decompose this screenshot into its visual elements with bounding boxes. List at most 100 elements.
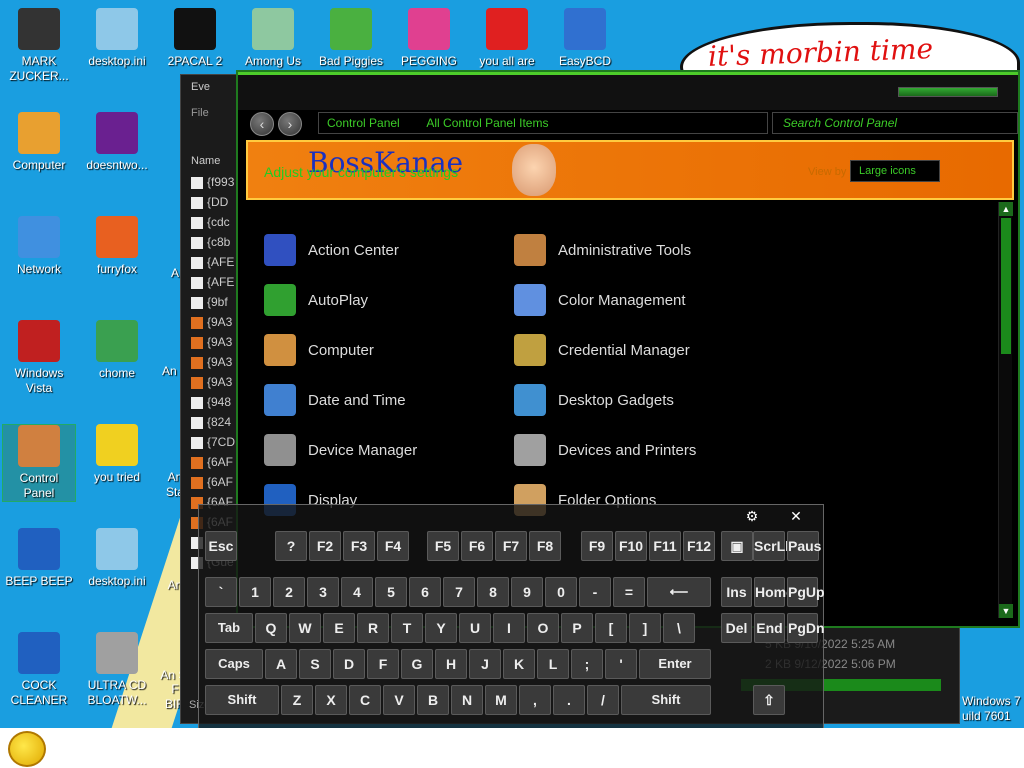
list-item[interactable]: {9A3: [191, 355, 232, 375]
keyboard-key[interactable]: 2: [273, 577, 305, 607]
keyboard-key[interactable]: F9: [581, 531, 613, 561]
keyboard-key[interactable]: ⟵: [647, 577, 711, 607]
list-item[interactable]: {9A3: [191, 335, 232, 355]
desktop-icon[interactable]: EasyBCD: [548, 8, 622, 69]
keyboard-key[interactable]: 4: [341, 577, 373, 607]
keyboard-key[interactable]: X: [315, 685, 347, 715]
keyboard-key[interactable]: F12: [683, 531, 715, 561]
desktop-icon[interactable]: desktop.ini: [80, 8, 154, 69]
keyboard-key[interactable]: Paus: [787, 531, 821, 561]
keyboard-key[interactable]: H: [435, 649, 467, 679]
scroll-up-icon[interactable]: ▲: [999, 202, 1013, 216]
scroll-thumb[interactable]: [1001, 218, 1011, 354]
keyboard-key[interactable]: J: [469, 649, 501, 679]
keyboard-key[interactable]: /: [587, 685, 619, 715]
everything-menu[interactable]: File: [191, 107, 209, 119]
keyboard-key[interactable]: G: [401, 649, 433, 679]
keyboard-key[interactable]: C: [349, 685, 381, 715]
scroll-down-icon[interactable]: ▼: [999, 604, 1013, 618]
keyboard-key[interactable]: W: [289, 613, 321, 643]
desktop-icon[interactable]: desktop.ini: [80, 528, 154, 589]
keyboard-key[interactable]: Shift: [205, 685, 279, 715]
keyboard-key[interactable]: F3: [343, 531, 375, 561]
keyboard-key[interactable]: F: [367, 649, 399, 679]
keyboard-key[interactable]: 7: [443, 577, 475, 607]
keyboard-key[interactable]: U: [459, 613, 491, 643]
desktop-icon[interactable]: Bad Piggies: [314, 8, 388, 69]
keyboard-key[interactable]: \: [663, 613, 695, 643]
desktop-icon[interactable]: doesntwo...: [80, 112, 154, 173]
keyboard-key[interactable]: S: [299, 649, 331, 679]
on-screen-keyboard[interactable]: ⚙ ✕ Esc? F2 F3 F4 F5 F6 F7 F8 F9 F10 F11 F12 ▣ ScrLk P…: [198, 504, 825, 758]
desktop-icon[interactable]: MARK ZUCKER...: [2, 8, 76, 84]
list-item[interactable]: {cdc: [191, 215, 230, 235]
list-item[interactable]: {f993: [191, 175, 234, 195]
gear-icon[interactable]: ⚙: [737, 507, 767, 525]
keyboard-key[interactable]: B: [417, 685, 449, 715]
desktop-icon[interactable]: PEGGING: [392, 8, 466, 69]
keyboard-key[interactable]: ?: [275, 531, 307, 561]
desktop-icon[interactable]: Network: [2, 216, 76, 277]
list-item[interactable]: {6AF: [191, 475, 233, 495]
keyboard-key[interactable]: F2: [309, 531, 341, 561]
list-item[interactable]: {AFE: [191, 255, 234, 275]
keyboard-key[interactable]: 9: [511, 577, 543, 607]
keyboard-key[interactable]: ⇧: [753, 685, 785, 715]
keyboard-key[interactable]: Tab: [205, 613, 253, 643]
keyboard-key[interactable]: Del: [721, 613, 752, 643]
keyboard-key[interactable]: ScrLk: [753, 531, 793, 561]
control-panel-item[interactable]: Computer: [264, 334, 494, 370]
keyboard-key[interactable]: ]: [629, 613, 661, 643]
keyboard-key[interactable]: PgDn: [787, 613, 825, 643]
keyboard-key[interactable]: Enter: [639, 649, 711, 679]
list-item[interactable]: {AFE: [191, 275, 234, 295]
control-panel-item[interactable]: Color Management: [514, 284, 744, 320]
keyboard-key[interactable]: F11: [649, 531, 681, 561]
keyboard-key[interactable]: Ins: [721, 577, 752, 607]
list-item[interactable]: {824: [191, 415, 231, 435]
keyboard-key[interactable]: =: [613, 577, 645, 607]
desktop-icon[interactable]: Computer: [2, 112, 76, 173]
list-item[interactable]: {9A3: [191, 315, 232, 335]
keyboard-key[interactable]: Home: [754, 577, 794, 607]
breadcrumb-control-panel[interactable]: Control Panel: [327, 116, 400, 130]
list-item[interactable]: {948: [191, 395, 231, 415]
list-item[interactable]: {c8b: [191, 235, 230, 255]
keyboard-key[interactable]: V: [383, 685, 415, 715]
desktop-icon[interactable]: 2PACAL 2: [158, 8, 232, 69]
keyboard-key[interactable]: F4: [377, 531, 409, 561]
desktop-icon[interactable]: ULTRA CD BLOATW...: [80, 632, 154, 708]
list-item[interactable]: {9bf: [191, 295, 228, 315]
desktop-icon[interactable]: you all are: [470, 8, 544, 69]
keyboard-key[interactable]: Z: [281, 685, 313, 715]
desktop-icon[interactable]: furryfox: [80, 216, 154, 277]
keyboard-key[interactable]: 8: [477, 577, 509, 607]
keyboard-key[interactable]: M: [485, 685, 517, 715]
keyboard-key[interactable]: 1: [239, 577, 271, 607]
keyboard-key[interactable]: ▣: [721, 531, 753, 561]
column-header-name[interactable]: Name: [191, 155, 220, 167]
desktop-icon[interactable]: you tried: [80, 424, 154, 485]
keyboard-key[interactable]: D: [333, 649, 365, 679]
desktop-icon[interactable]: Control Panel: [2, 424, 76, 502]
list-item[interactable]: {6AF: [191, 455, 233, 475]
keyboard-key[interactable]: L: [537, 649, 569, 679]
start-button[interactable]: [8, 731, 46, 767]
window-controls[interactable]: [898, 87, 998, 97]
keyboard-key[interactable]: [: [595, 613, 627, 643]
keyboard-key[interactable]: ': [605, 649, 637, 679]
control-panel-item[interactable]: AutoPlay: [264, 284, 494, 320]
keyboard-key[interactable]: Esc: [205, 531, 237, 561]
keyboard-key[interactable]: Q: [255, 613, 287, 643]
taskbar[interactable]: [0, 728, 1024, 768]
control-panel-item[interactable]: Action Center: [264, 234, 494, 270]
keyboard-key[interactable]: R: [357, 613, 389, 643]
address-bar[interactable]: Control Panel All Control Panel Items: [318, 112, 768, 134]
desktop-icon[interactable]: Among Us: [236, 8, 310, 69]
keyboard-key[interactable]: .: [553, 685, 585, 715]
forward-button[interactable]: ›: [278, 112, 302, 136]
keyboard-key[interactable]: 3: [307, 577, 339, 607]
desktop-icon[interactable]: Windows Vista: [2, 320, 76, 396]
desktop-icon[interactable]: COCK CLEANER: [2, 632, 76, 708]
control-panel-item[interactable]: Administrative Tools: [514, 234, 744, 270]
